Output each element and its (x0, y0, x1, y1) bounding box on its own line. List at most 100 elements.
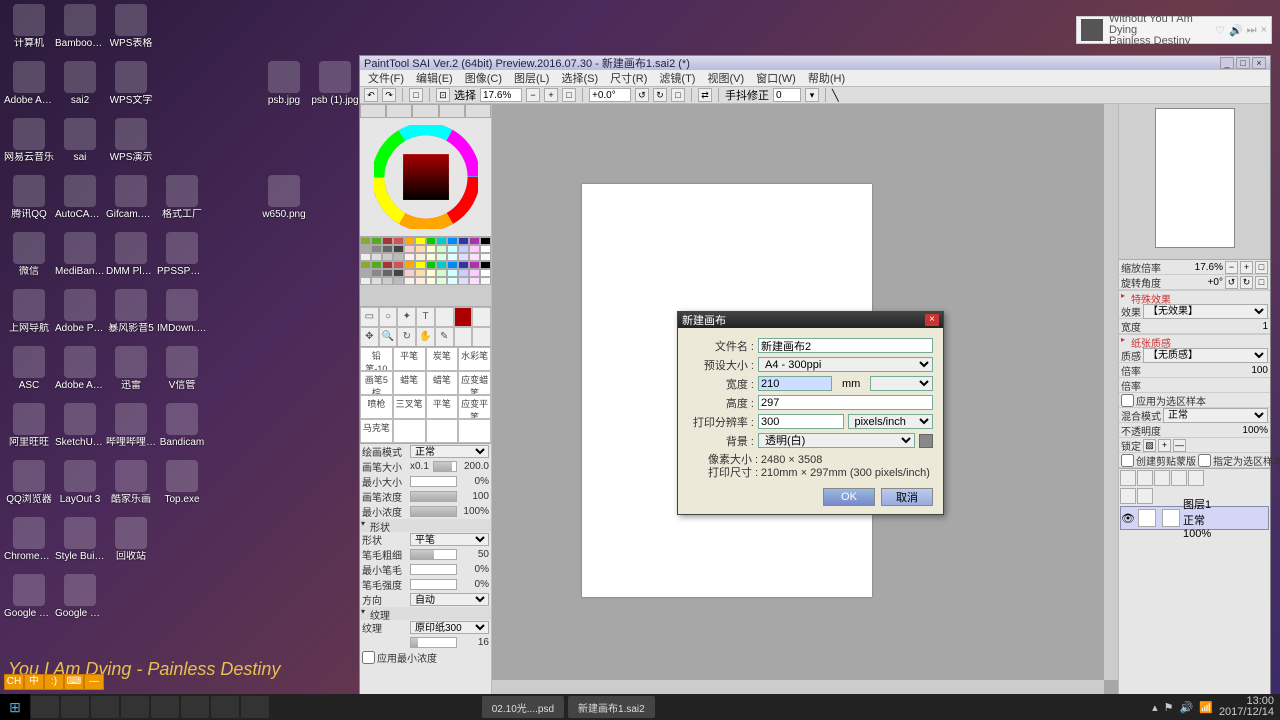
ime-toolbar[interactable]: CH中:)⌨— (4, 674, 104, 690)
desktop-icon[interactable]: psb (1).jpg (310, 61, 360, 117)
menu-item[interactable]: 选择(S) (561, 70, 598, 86)
line-icon[interactable]: ╲ (832, 89, 839, 102)
lock-none[interactable]: — (1173, 439, 1186, 452)
desktop-icon[interactable] (208, 346, 258, 402)
brush-preset[interactable] (426, 419, 459, 443)
color-swatches[interactable] (360, 236, 491, 306)
nav-rot-ccw[interactable]: ↺ (1225, 276, 1238, 289)
paper-section[interactable]: 纸张质感 (1119, 334, 1270, 348)
direction-select[interactable]: 自动 (410, 593, 489, 606)
shape-header[interactable]: 形状 (360, 519, 491, 532)
desktop-icon[interactable] (310, 574, 360, 630)
desktop-icon[interactable] (310, 175, 360, 231)
minhair-slider[interactable] (410, 564, 457, 575)
stabilizer-input[interactable] (773, 88, 801, 102)
res-unit-select[interactable]: pixels/inch (848, 414, 934, 429)
taskbar-pin[interactable] (121, 696, 149, 718)
brush-preset[interactable]: 马克笔 (360, 419, 393, 443)
brush-grid[interactable]: 铅笔-10平笔炭笔水彩笔画笔5棕蜡笔蜡笔应变蜡笔喷枪三叉笔平笔应变平笔马克笔 (360, 346, 491, 443)
music-toast[interactable]: Without You I Am DyingPainless Destiny ♡… (1076, 16, 1272, 44)
taskbar-task[interactable]: 新建画布1.sai2 (568, 696, 655, 718)
new-layer-button[interactable] (1120, 470, 1136, 486)
transfer-button[interactable] (1171, 470, 1187, 486)
color-wheel[interactable] (360, 118, 491, 236)
new-linework-button[interactable] (1154, 470, 1170, 486)
desktop-icon[interactable]: Adobe Photoshop... (55, 289, 105, 345)
texture-select[interactable]: 原印纸300 (410, 621, 489, 634)
desktop-icon[interactable]: QQ浏览器 (4, 460, 54, 516)
ime-button[interactable]: CH (4, 674, 24, 690)
stab-dropdown[interactable]: ▾ (805, 88, 819, 102)
dialog-close-button[interactable]: × (925, 314, 939, 326)
lock-all[interactable]: + (1158, 439, 1171, 452)
unit-select[interactable] (870, 376, 933, 391)
brush-preset[interactable]: 喷枪 (360, 395, 393, 419)
desktop-icon[interactable]: 网易云音乐 (4, 118, 54, 174)
sel-checkbox[interactable] (1198, 454, 1211, 467)
menu-item[interactable]: 编辑(E) (416, 70, 453, 86)
nav-rot-reset[interactable]: □ (1255, 276, 1268, 289)
volume-icon[interactable]: 🔊 (1229, 24, 1243, 37)
brush-preset[interactable]: 炭笔 (426, 347, 459, 371)
desktop-icon[interactable]: sai2 (55, 61, 105, 117)
desktop-icon[interactable]: DMM Player (106, 232, 156, 288)
zoom-to-button[interactable]: ⊡ (436, 88, 450, 102)
tex-slider[interactable] (410, 637, 457, 648)
blend-select[interactable]: 正常 (1163, 408, 1268, 423)
flip-button[interactable]: ⇄ (698, 88, 712, 102)
heart-icon[interactable]: ♡ (1215, 24, 1225, 37)
brush-preset[interactable]: 画笔5棕 (360, 371, 393, 395)
usemin-checkbox[interactable] (362, 651, 375, 664)
zoom-out-button[interactable]: − (526, 88, 540, 102)
ime-button[interactable]: — (84, 674, 104, 690)
zoom-input[interactable] (480, 88, 522, 102)
desktop-icon[interactable]: 哔哩哔哩直播姬 (106, 403, 156, 459)
desktop-icon[interactable]: 腾讯QQ (4, 175, 54, 231)
menu-item[interactable]: 文件(F) (368, 70, 404, 86)
brush-preset[interactable]: 水彩笔 (458, 347, 491, 371)
visibility-icon[interactable]: 👁 (1121, 512, 1135, 525)
desktop-icon[interactable]: ASC (4, 346, 54, 402)
desktop-icon[interactable]: Top.exe (157, 460, 207, 516)
tray-icon[interactable]: ⚑ (1164, 701, 1174, 714)
desktop-icon[interactable]: ChromeGAE (4, 517, 54, 573)
desktop-icon[interactable]: SketchUp 2016 (55, 403, 105, 459)
desktop-icon[interactable] (208, 517, 258, 573)
brush-size-slider[interactable] (433, 461, 457, 472)
tray-icon[interactable]: 📶 (1199, 701, 1213, 714)
desktop-icon[interactable] (157, 4, 207, 60)
taskbar-pin[interactable] (241, 696, 269, 718)
paint-mode-select[interactable]: 正常 (410, 445, 489, 458)
taskbar-pin[interactable] (31, 696, 59, 718)
desktop-icon[interactable] (310, 460, 360, 516)
layer-item[interactable]: 👁 图层1正常100% (1120, 506, 1269, 530)
ok-button[interactable]: OK (823, 488, 875, 506)
color-mode-tabs[interactable] (360, 104, 491, 118)
dialDialog-titlebar[interactable]: 新建画布 × (678, 312, 943, 328)
desktop-icon[interactable] (259, 346, 309, 402)
desktop-icon[interactable] (259, 4, 309, 60)
desktop-icon[interactable]: PPSSPWin... (157, 232, 207, 288)
desktop-icon[interactable]: Gifcam.exe (106, 175, 156, 231)
desktop-icon[interactable] (157, 574, 207, 630)
desktop-icon[interactable]: 迅雷 (106, 346, 156, 402)
desktop-icon[interactable]: 阿里旺旺 (4, 403, 54, 459)
brush-preset[interactable]: 三叉笔 (393, 395, 426, 419)
bg-select[interactable]: 透明(白) (758, 433, 915, 448)
close-icon[interactable]: × (1261, 24, 1267, 37)
desktop-icon[interactable]: WPS演示 (106, 118, 156, 174)
desktop-icon[interactable] (106, 574, 156, 630)
desktop-icon[interactable] (259, 460, 309, 516)
taskbar-task[interactable]: 02.10光....psd (482, 696, 564, 718)
brush-preset[interactable]: 平笔 (426, 395, 459, 419)
undo-button[interactable]: ↶ (364, 88, 378, 102)
brush-preset[interactable]: 应变蜡笔 (458, 371, 491, 395)
nav-zoom-out[interactable]: − (1225, 261, 1238, 274)
desktop-icon[interactable]: 酷家乐画 (106, 460, 156, 516)
desktop-icon[interactable]: sai (55, 118, 105, 174)
maximize-button[interactable]: □ (1236, 57, 1250, 69)
desktop-icon[interactable] (259, 403, 309, 459)
desktop-icon[interactable]: LayOut 3 (55, 460, 105, 516)
hardness-slider[interactable] (410, 549, 457, 560)
taskbar-pin[interactable] (181, 696, 209, 718)
